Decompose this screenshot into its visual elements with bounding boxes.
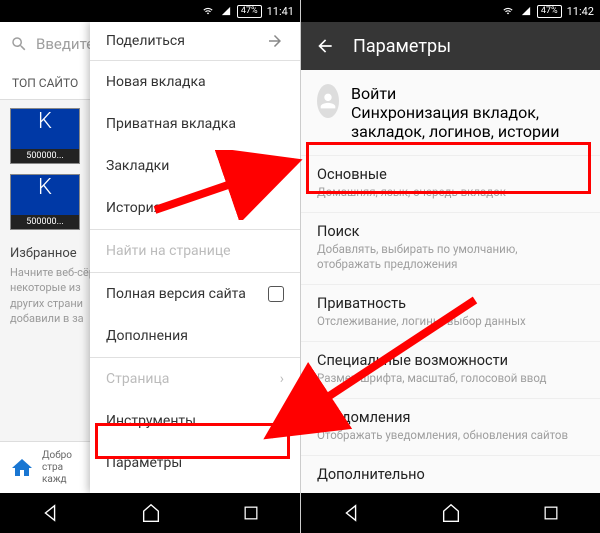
clock: 11:41 xyxy=(267,5,294,18)
menu-private-tab[interactable]: Приватная вкладка xyxy=(90,103,300,145)
thumbnail-caption: 500000... xyxy=(11,149,79,163)
home-nav-icon[interactable] xyxy=(440,502,462,524)
setting-notifications[interactable]: Уведомления Отображать уведомления, обно… xyxy=(301,399,600,456)
menu-new-tab[interactable]: Новая вкладка xyxy=(90,61,300,103)
settings-list: Войти Синхронизация вкладок, закладок, л… xyxy=(301,70,600,493)
setting-search[interactable]: Поиск Добавлять, выбирать по умолчанию, … xyxy=(301,213,600,285)
setting-title: Основные xyxy=(317,166,584,183)
setting-title: Уведомления xyxy=(317,409,584,426)
setting-title: Дополнительно xyxy=(317,466,584,483)
android-navbar xyxy=(0,493,300,533)
battery-indicator: 47% xyxy=(237,5,262,18)
recent-icon[interactable] xyxy=(541,503,561,523)
signal-icon xyxy=(520,6,532,16)
forward-icon xyxy=(266,32,284,50)
setting-title: Приватность xyxy=(317,295,584,312)
avatar-icon xyxy=(317,84,339,118)
signal-icon xyxy=(220,6,232,16)
setting-advanced[interactable]: Дополнительно xyxy=(301,456,600,493)
site-thumbnail[interactable]: K 500000... xyxy=(10,108,80,164)
wifi-icon xyxy=(501,6,515,16)
checkbox-icon[interactable] xyxy=(268,286,284,302)
thumbnail-caption: 500000... xyxy=(11,215,79,229)
setting-subtitle: Добавлять, выбирать по умолчанию, отобра… xyxy=(317,242,584,272)
menu-settings[interactable]: Параметры xyxy=(90,442,300,484)
menu-page: Страница› xyxy=(90,358,300,400)
setting-signin[interactable]: Войти Синхронизация вкладок, закладок, л… xyxy=(301,70,600,156)
thumbnail-letter: K xyxy=(38,175,52,200)
setting-subtitle: Отображать уведомления, обновления сайто… xyxy=(317,428,584,443)
status-bar: 47% 11:42 xyxy=(301,0,600,22)
setting-subtitle: Домашняя, язык, очередь вкладок xyxy=(317,185,584,200)
setting-general[interactable]: Основные Домашняя, язык, очередь вкладок xyxy=(301,156,600,213)
setting-title: Специальные возможности xyxy=(317,352,584,369)
home-nav-icon[interactable] xyxy=(140,502,162,524)
chevron-right-icon: › xyxy=(280,371,284,387)
setting-subtitle: Синхронизация вкладок, закладок, логинов… xyxy=(351,103,584,141)
app-bar: Параметры xyxy=(301,22,600,70)
menu-tools[interactable]: Инструменты› xyxy=(90,400,300,442)
phone-right: 47% 11:42 Параметры Войти Синхронизация … xyxy=(300,0,600,533)
search-icon xyxy=(10,35,28,53)
battery-indicator: 47% xyxy=(537,5,562,18)
tab-top-sites[interactable]: ТОП САЙТО xyxy=(12,76,78,90)
menu-help[interactable]: Справка xyxy=(90,484,300,493)
setting-subtitle: Отслеживание, логины, выбор данных xyxy=(317,314,584,329)
site-thumbnail[interactable]: K 500000... xyxy=(10,174,80,230)
clock: 11:42 xyxy=(567,5,594,18)
setting-accessibility[interactable]: Специальные возможности Размер шрифта, м… xyxy=(301,342,600,399)
overflow-menu: Поделиться Новая вкладка Приватная вклад… xyxy=(90,22,300,493)
setting-privacy[interactable]: Приватность Отслеживание, логины, выбор … xyxy=(301,285,600,342)
chevron-right-icon: › xyxy=(280,413,284,429)
status-bar: 47% 11:41 xyxy=(0,0,300,22)
menu-find-in-page: Найти на странице xyxy=(90,230,300,272)
back-arrow-icon[interactable] xyxy=(315,36,335,56)
menu-share[interactable]: Поделиться xyxy=(90,22,300,60)
menu-bookmarks[interactable]: Закладки xyxy=(90,145,300,187)
back-icon[interactable] xyxy=(340,502,362,524)
menu-history[interactable]: История xyxy=(90,187,300,229)
setting-subtitle: Размер шрифта, масштаб, голосовой ввод xyxy=(317,371,584,386)
recent-icon[interactable] xyxy=(241,503,261,523)
page-title: Параметры xyxy=(353,36,451,57)
phone-left: 47% 11:41 Введите запрос ТОП САЙТО K 500… xyxy=(0,0,300,533)
menu-addons[interactable]: Дополнения xyxy=(90,315,300,357)
setting-title: Войти xyxy=(351,84,584,103)
menu-desktop-site[interactable]: Полная версия сайта xyxy=(90,273,300,315)
home-icon xyxy=(10,456,34,480)
setting-title: Поиск xyxy=(317,223,584,240)
android-navbar xyxy=(301,493,600,533)
thumbnail-letter: K xyxy=(38,109,52,134)
wifi-icon xyxy=(201,6,215,16)
back-icon[interactable] xyxy=(39,502,61,524)
